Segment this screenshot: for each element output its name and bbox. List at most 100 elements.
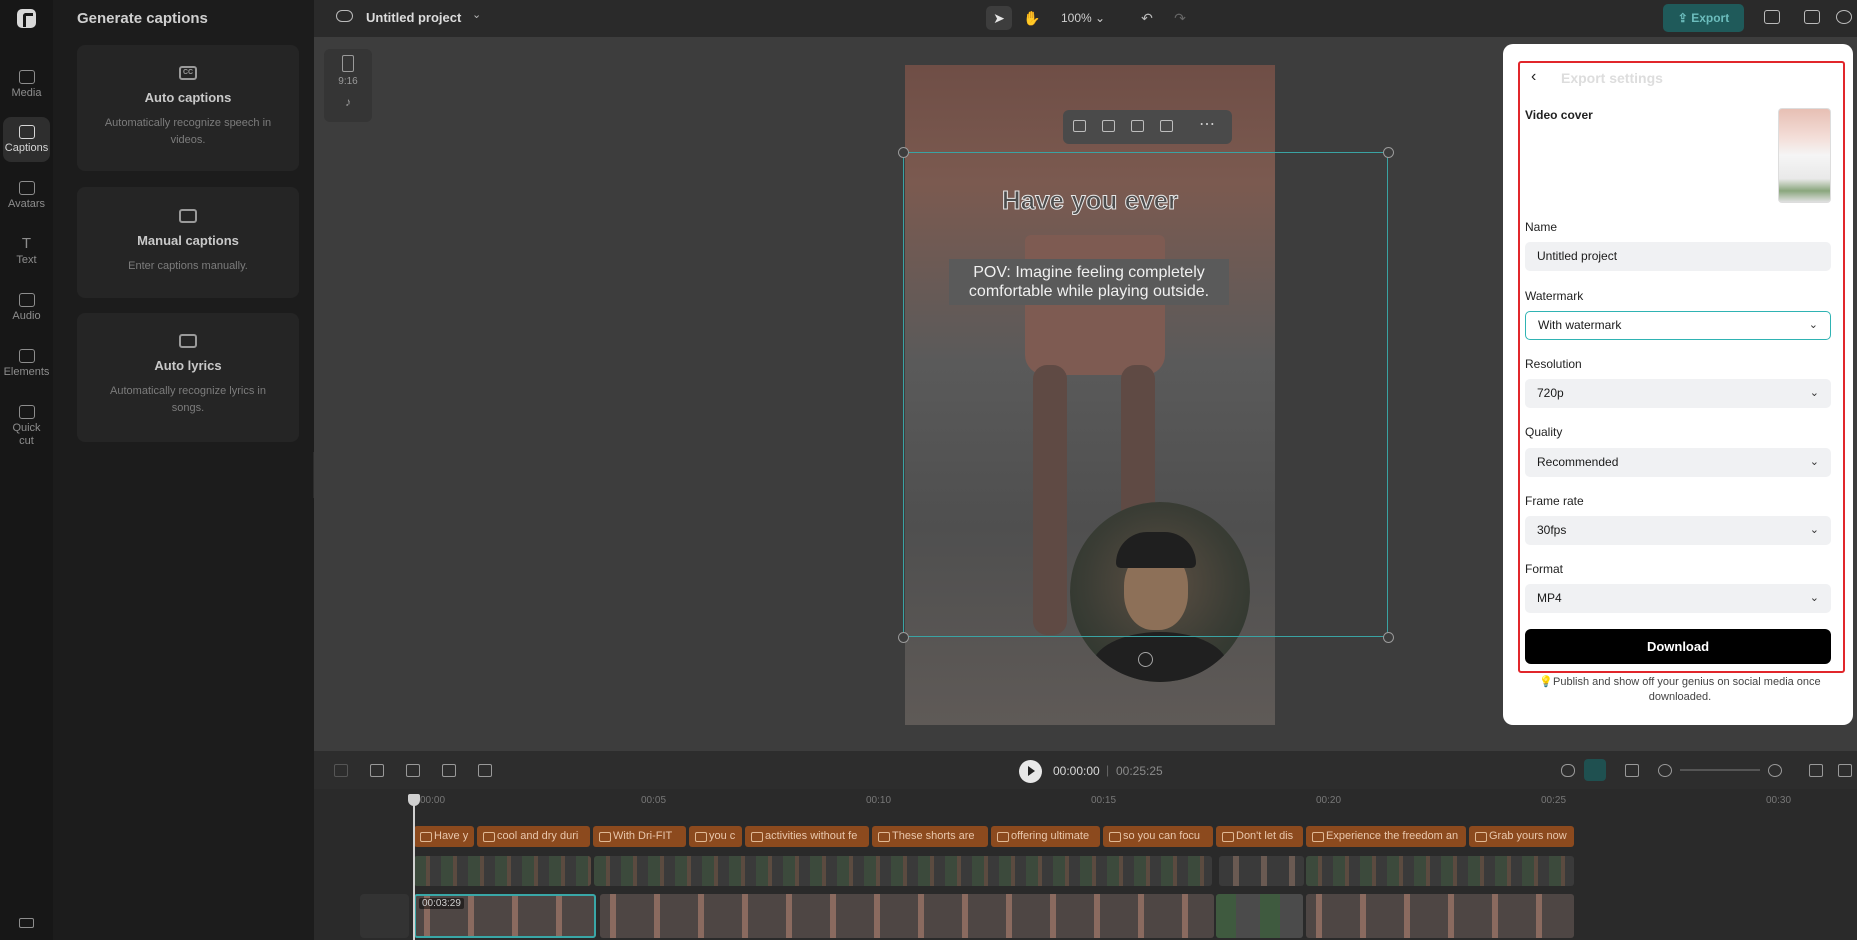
hand-tool-icon[interactable]: ✋ xyxy=(1019,6,1045,30)
resolution-select[interactable]: 720p ⌄ xyxy=(1525,379,1831,408)
avatar-clip[interactable] xyxy=(594,856,1212,886)
flip-icon[interactable] xyxy=(442,764,456,777)
zoom-in-icon[interactable] xyxy=(1768,764,1782,777)
split-screen-icon[interactable] xyxy=(1625,764,1639,777)
quality-label: Quality xyxy=(1525,425,1563,439)
caption-clip[interactable]: activities without fe xyxy=(745,826,869,847)
replace-icon[interactable] xyxy=(1073,120,1086,132)
keyboard-shortcuts-icon[interactable] xyxy=(19,918,34,928)
timeline-zoom-slider[interactable] xyxy=(1680,769,1760,771)
fit-timeline-icon[interactable] xyxy=(1809,764,1823,777)
caption-clip[interactable]: These shorts are xyxy=(872,826,988,847)
caption-clip[interactable]: so you can focu xyxy=(1103,826,1213,847)
watermark-value: With watermark xyxy=(1538,318,1622,332)
comment-icon[interactable] xyxy=(1838,764,1852,777)
tiktok-icon: ♪ xyxy=(345,95,351,109)
caption-clip[interactable]: you c xyxy=(689,826,742,847)
more-icon[interactable]: ⋯ xyxy=(1199,114,1215,133)
project-name[interactable]: Untitled project xyxy=(366,10,461,25)
picture-in-picture-icon[interactable] xyxy=(1160,120,1173,132)
caption-clip[interactable]: cool and dry duri xyxy=(477,826,590,847)
caption-clip[interactable]: Grab yours now xyxy=(1469,826,1574,847)
format-select[interactable]: MP4 ⌄ xyxy=(1525,584,1831,613)
resize-handle[interactable] xyxy=(898,147,909,158)
rail-item-media[interactable]: Media xyxy=(0,70,53,99)
quick-cut-icon xyxy=(18,405,35,419)
crop-icon[interactable] xyxy=(1131,120,1144,132)
export-button[interactable]: ⇪ Export xyxy=(1663,4,1744,32)
avatar-clip[interactable] xyxy=(1306,856,1574,886)
redo-icon[interactable]: ↷ xyxy=(1167,6,1193,30)
layout-icon[interactable] xyxy=(1804,10,1820,24)
ruler-label: 00:00 xyxy=(420,795,446,806)
undo-icon[interactable]: ↶ xyxy=(1134,6,1160,30)
resize-handle[interactable] xyxy=(898,632,909,643)
lightbulb-icon: 💡 xyxy=(1539,676,1554,688)
avatar-clip[interactable] xyxy=(414,856,591,886)
main-clip[interactable] xyxy=(1306,894,1574,938)
split-icon[interactable] xyxy=(334,764,348,777)
rotate-handle-icon[interactable] xyxy=(1138,652,1153,667)
main-clip[interactable] xyxy=(1216,894,1303,938)
format-value: MP4 xyxy=(1537,591,1562,605)
music-icon xyxy=(18,293,35,307)
manual-captions-card[interactable]: Manual captions Enter captions manually. xyxy=(77,187,299,298)
cloud-sync-icon xyxy=(336,10,353,22)
rail-item-text[interactable]: T Text xyxy=(0,236,53,266)
rail-item-label: Captions xyxy=(4,142,49,154)
resize-handle[interactable] xyxy=(1383,632,1394,643)
microphone-icon[interactable] xyxy=(1561,764,1575,777)
settings-gear-icon[interactable] xyxy=(1836,10,1852,24)
tip-text: Publish and show off your genius on soci… xyxy=(1553,676,1821,703)
cc-icon: CC xyxy=(179,66,197,80)
resize-handle[interactable] xyxy=(1383,147,1394,158)
remove-background-icon[interactable] xyxy=(1102,120,1115,132)
caption-clip[interactable]: Don't let dis xyxy=(1216,826,1303,847)
auto-lyrics-card[interactable]: Auto lyrics Automatically recognize lyri… xyxy=(77,313,299,442)
watermark-select[interactable]: With watermark ⌄ xyxy=(1525,311,1831,340)
avatar-clip[interactable] xyxy=(1219,856,1304,886)
edit-track-icon[interactable] xyxy=(360,894,409,938)
rail-item-label: Avatars xyxy=(7,198,46,210)
rail-item-captions[interactable]: Captions xyxy=(3,117,50,162)
ruler-label: 00:30 xyxy=(1766,795,1792,806)
magnet-icon[interactable] xyxy=(1584,759,1606,781)
caption-clip[interactable]: offering ultimate xyxy=(991,826,1100,847)
layers-icon[interactable] xyxy=(1764,10,1780,24)
back-arrow-icon[interactable]: ‹ xyxy=(1531,68,1536,86)
time-ruler[interactable]: 00:00 00:05 00:10 00:15 00:20 00:25 00:3… xyxy=(414,795,1857,811)
delete-icon[interactable] xyxy=(370,764,384,777)
rail-item-avatars[interactable]: Avatars xyxy=(0,181,53,210)
auto-captions-card[interactable]: CC Auto captions Automatically recognize… xyxy=(77,45,299,171)
app-logo-icon[interactable] xyxy=(17,9,36,28)
format-label: Format xyxy=(1525,562,1564,576)
aspect-ratio-panel[interactable]: 9:16 ♪ xyxy=(324,49,372,122)
zoom-level[interactable]: 100% ⌄ xyxy=(1061,11,1105,25)
play-button[interactable] xyxy=(1019,760,1042,783)
chevron-down-icon[interactable]: ⌄ xyxy=(472,8,481,21)
lyrics-icon xyxy=(179,334,197,348)
top-bar: Untitled project ⌄ ➤ ✋ 100% ⌄ ↶ ↷ ⇪ Expo… xyxy=(314,0,1857,37)
panel-title: Generate captions xyxy=(77,10,208,27)
zoom-out-icon[interactable] xyxy=(1658,764,1672,777)
framerate-select[interactable]: 30fps ⌄ xyxy=(1525,516,1831,545)
selection-box[interactable] xyxy=(903,152,1388,637)
keyboard-icon xyxy=(179,209,197,223)
crop-icon[interactable] xyxy=(406,764,420,777)
main-clip[interactable] xyxy=(600,894,1214,938)
caption-clip[interactable]: With Dri-FIT xyxy=(593,826,686,847)
playhead[interactable] xyxy=(408,794,420,940)
timeline-toolbar: 00:00:00 | 00:25:25 xyxy=(314,751,1857,789)
rail-item-quick-cut[interactable]: Quick cut xyxy=(0,405,53,448)
rail-item-elements[interactable]: Elements xyxy=(0,349,53,378)
video-cover-thumbnail[interactable] xyxy=(1778,108,1831,203)
quality-select[interactable]: Recommended ⌄ xyxy=(1525,448,1831,477)
rail-item-audio[interactable]: Audio xyxy=(0,293,53,322)
download-button[interactable]: Download xyxy=(1525,629,1831,664)
select-tool-icon[interactable]: ➤ xyxy=(986,6,1012,30)
left-rail: Media Captions Avatars T Text Audio Elem… xyxy=(0,0,53,940)
caption-clip[interactable]: Have y xyxy=(414,826,474,847)
download-icon[interactable] xyxy=(478,764,492,777)
name-input[interactable]: Untitled project xyxy=(1525,242,1831,271)
caption-clip[interactable]: Experience the freedom an xyxy=(1306,826,1466,847)
